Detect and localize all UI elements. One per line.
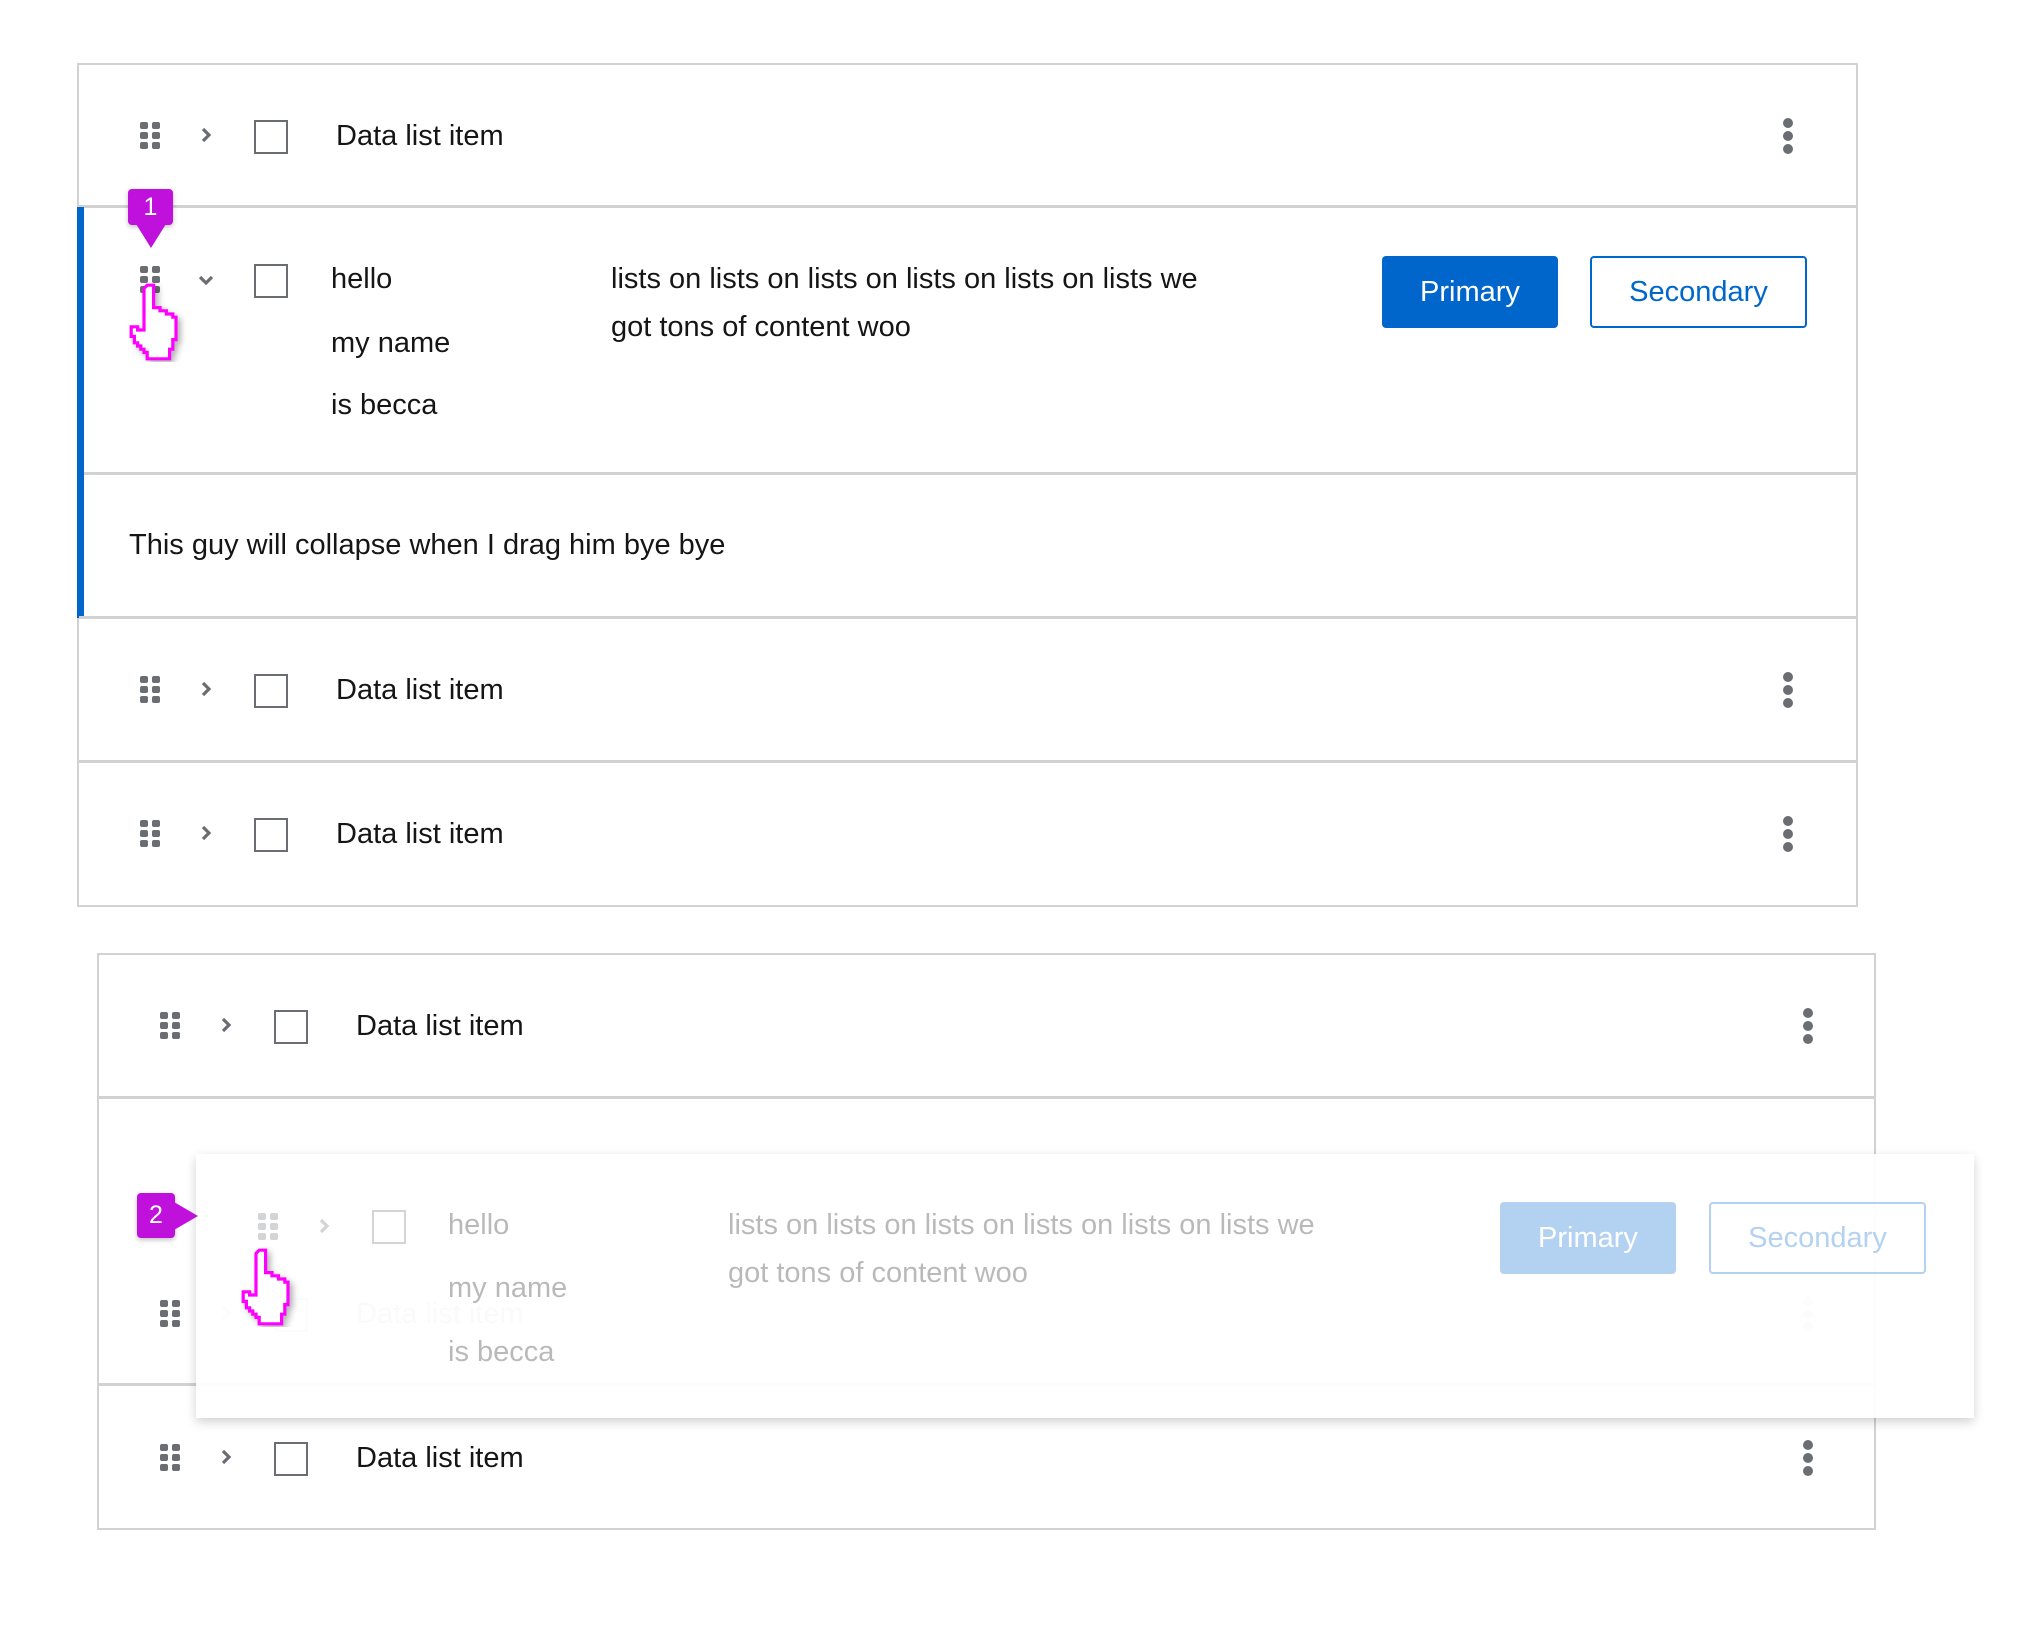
row-name-line-2: my name [448,1272,568,1304]
drag-handle-icon[interactable] [140,676,160,703]
row-name-line-3: is becca [331,389,438,421]
hand-cursor-icon [129,283,178,361]
row-checkbox[interactable] [254,818,288,852]
row-checkbox[interactable] [372,1210,406,1244]
row-checkbox[interactable] [274,1010,308,1044]
row-name-line-3: is becca [448,1336,555,1368]
chevron-right-icon[interactable] [199,128,213,142]
row-checkbox[interactable] [274,1442,308,1476]
annotation-badge-2: 2 [137,1193,175,1238]
row-name-line-1: hello [331,263,393,295]
drag-handle-icon[interactable] [140,820,160,847]
chevron-right-icon[interactable] [317,1219,331,1233]
annotation-arrow-right-icon [174,1202,198,1230]
row-name-line-2: my name [331,327,451,359]
row-content-line-1: lists on lists on lists on lists on list… [611,263,1198,295]
secondary-button[interactable]: Secondary [1590,256,1807,328]
chevron-right-icon[interactable] [199,682,213,696]
expandable-content-text: This guy will collapse when I drag him b… [129,529,726,561]
row-title: Data list item [336,818,504,850]
drag-handle-icon[interactable] [160,1444,180,1471]
kebab-menu-icon[interactable] [1802,1008,1814,1044]
chevron-right-icon[interactable] [219,1450,233,1464]
annotation-arrow-down-icon [136,224,166,248]
row-checkbox[interactable] [254,120,288,154]
expanded-row-accent-bar [77,207,84,618]
chevron-down-icon[interactable] [199,273,213,287]
row-title: Data list item [336,674,504,706]
hand-cursor-icon [241,1248,290,1326]
kebab-menu-icon[interactable] [1782,816,1794,852]
row-name-line-1: hello [448,1209,510,1241]
row-title: Data list item [356,1442,524,1474]
primary-button[interactable]: Primary [1382,256,1558,328]
row-title: Data list item [336,120,504,152]
row-checkbox[interactable] [254,264,288,298]
row-title: Data list item [356,1010,524,1042]
row-content-line-1: lists on lists on lists on lists on list… [728,1209,1315,1241]
kebab-menu-icon[interactable] [1782,672,1794,708]
chevron-right-icon[interactable] [219,1018,233,1032]
drag-handle-icon[interactable] [258,1213,278,1240]
row-content-line-2: got tons of content woo [611,311,911,343]
primary-button[interactable]: Primary [1500,1202,1676,1274]
kebab-menu-icon[interactable] [1802,1440,1814,1476]
annotation-badge-1: 1 [128,189,173,225]
drag-handle-icon[interactable] [140,122,160,149]
drag-handle-icon[interactable] [160,1300,180,1327]
kebab-menu-icon[interactable] [1782,118,1794,154]
row-content-line-2: got tons of content woo [728,1257,1028,1289]
secondary-button[interactable]: Secondary [1709,1202,1926,1274]
drag-handle-icon[interactable] [160,1012,180,1039]
row-checkbox[interactable] [254,674,288,708]
chevron-right-icon[interactable] [199,826,213,840]
